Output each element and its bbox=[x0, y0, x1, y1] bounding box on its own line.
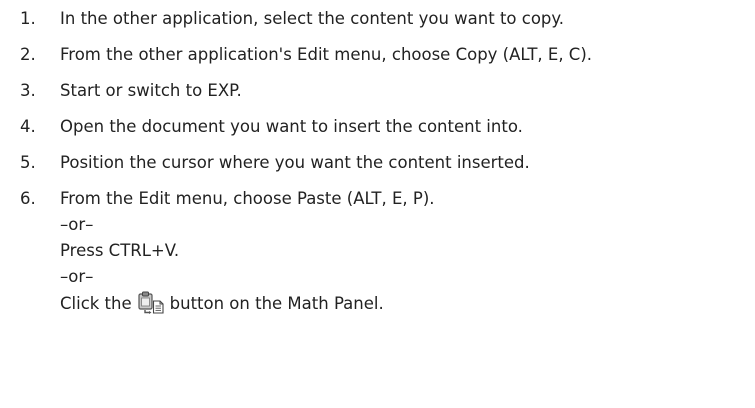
step-text: From the other application's Edit menu, … bbox=[60, 45, 593, 64]
paste-instructions-list: 1. In the other application, select the … bbox=[0, 0, 755, 317]
step-1: 1. In the other application, select the … bbox=[0, 6, 755, 32]
step-5: 5. Position the cursor where you want th… bbox=[0, 150, 755, 176]
or-separator: –or– bbox=[60, 267, 94, 286]
step-2: 2. From the other application's Edit men… bbox=[0, 42, 755, 68]
paste-menu-instruction: From the Edit menu, choose Paste (ALT, E… bbox=[60, 189, 435, 208]
step-number: 4. bbox=[20, 117, 36, 136]
step-text: From the Edit menu, choose Paste (ALT, E… bbox=[60, 186, 755, 317]
toolbar-instruction: Click the button on the Math Panel. bbox=[60, 290, 755, 317]
paste-icon bbox=[136, 290, 166, 314]
step-number: 3. bbox=[20, 81, 36, 100]
step-number: 1. bbox=[20, 9, 36, 28]
step-text: Start or switch to EXP. bbox=[60, 81, 242, 100]
click-prefix: Click the bbox=[60, 294, 132, 313]
step-text: Open the document you want to insert the… bbox=[60, 117, 523, 136]
step-number: 5. bbox=[20, 153, 36, 172]
step-number: 6. bbox=[20, 189, 36, 208]
step-3: 3. Start or switch to EXP. bbox=[0, 78, 755, 104]
click-suffix: button on the Math Panel. bbox=[169, 294, 384, 313]
step-6: 6. From the Edit menu, choose Paste (ALT… bbox=[0, 186, 755, 317]
or-separator: –or– bbox=[60, 215, 94, 234]
step-text: Position the cursor where you want the c… bbox=[60, 153, 530, 172]
step-text: In the other application, select the con… bbox=[60, 9, 565, 28]
shortcut-instruction: Press CTRL+V. bbox=[60, 241, 180, 260]
step-4: 4. Open the document you want to insert … bbox=[0, 114, 755, 140]
step-number: 2. bbox=[20, 45, 36, 64]
